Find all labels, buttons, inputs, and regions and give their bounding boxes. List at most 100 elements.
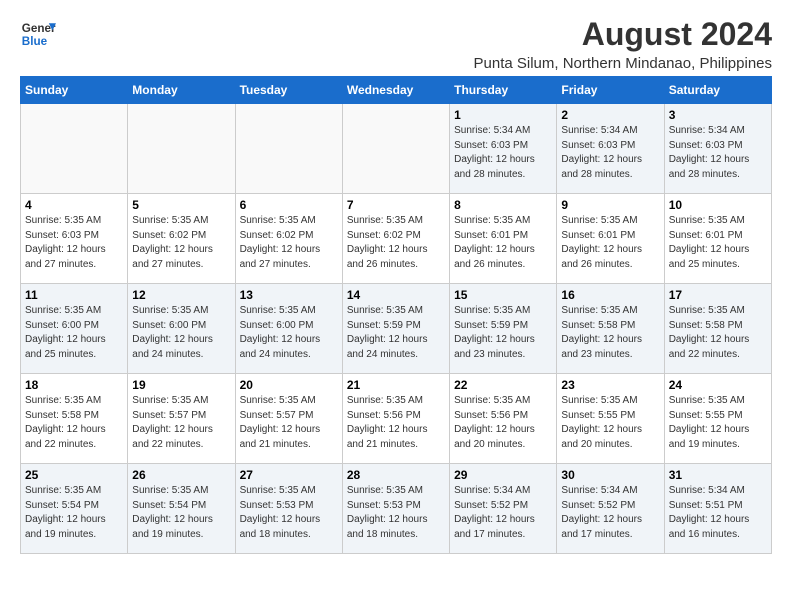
day-number: 23 [561, 378, 659, 392]
col-header-saturday: Saturday [664, 77, 771, 104]
calendar-cell [342, 104, 449, 194]
calendar-cell: 24 Sunrise: 5:35 AM Sunset: 5:55 PM Dayli… [664, 374, 771, 464]
calendar-cell [235, 104, 342, 194]
calendar-cell: 29 Sunrise: 5:34 AM Sunset: 5:52 PM Dayli… [450, 464, 557, 554]
day-info: Sunrise: 5:34 AM Sunset: 6:03 PM Dayligh… [669, 124, 767, 182]
day-number: 7 [347, 198, 445, 212]
calendar-cell [21, 104, 128, 194]
calendar-cell: 17 Sunrise: 5:35 AM Sunset: 5:58 PM Dayli… [664, 284, 771, 374]
logo: General Blue [20, 16, 56, 52]
calendar-cell: 6 Sunrise: 5:35 AM Sunset: 6:02 PM Daylig… [235, 194, 342, 284]
day-number: 20 [240, 378, 338, 392]
day-info: Sunrise: 5:34 AM Sunset: 6:03 PM Dayligh… [454, 124, 552, 182]
calendar-cell: 12 Sunrise: 5:35 AM Sunset: 6:00 PM Dayli… [128, 284, 235, 374]
day-number: 25 [25, 468, 123, 482]
day-number: 14 [347, 288, 445, 302]
calendar-cell: 28 Sunrise: 5:35 AM Sunset: 5:53 PM Dayli… [342, 464, 449, 554]
col-header-tuesday: Tuesday [235, 77, 342, 104]
calendar-cell [128, 104, 235, 194]
month-year: August 2024 [474, 16, 773, 53]
day-info: Sunrise: 5:35 AM Sunset: 5:56 PM Dayligh… [347, 394, 445, 452]
day-info: Sunrise: 5:35 AM Sunset: 6:00 PM Dayligh… [25, 304, 123, 362]
day-number: 30 [561, 468, 659, 482]
day-info: Sunrise: 5:35 AM Sunset: 5:54 PM Dayligh… [25, 484, 123, 542]
calendar-cell: 5 Sunrise: 5:35 AM Sunset: 6:02 PM Daylig… [128, 194, 235, 284]
calendar-cell: 22 Sunrise: 5:35 AM Sunset: 5:56 PM Dayli… [450, 374, 557, 464]
day-info: Sunrise: 5:34 AM Sunset: 5:52 PM Dayligh… [454, 484, 552, 542]
day-info: Sunrise: 5:35 AM Sunset: 5:58 PM Dayligh… [669, 304, 767, 362]
calendar-cell: 30 Sunrise: 5:34 AM Sunset: 5:52 PM Dayli… [557, 464, 664, 554]
svg-text:Blue: Blue [22, 35, 48, 48]
calendar-cell: 25 Sunrise: 5:35 AM Sunset: 5:54 PM Dayli… [21, 464, 128, 554]
location: Punta Silum, Northern Mindanao, Philippi… [474, 55, 773, 72]
week-row: 18 Sunrise: 5:35 AM Sunset: 5:58 PM Dayli… [21, 374, 772, 464]
calendar-cell: 8 Sunrise: 5:35 AM Sunset: 6:01 PM Daylig… [450, 194, 557, 284]
calendar-cell: 4 Sunrise: 5:35 AM Sunset: 6:03 PM Daylig… [21, 194, 128, 284]
day-number: 10 [669, 198, 767, 212]
day-number: 22 [454, 378, 552, 392]
day-number: 17 [669, 288, 767, 302]
calendar-cell: 27Sunrise: 5:35 AM Sunset: 5:53 PM Dayli… [235, 464, 342, 554]
day-number: 12 [132, 288, 230, 302]
day-info: Sunrise: 5:35 AM Sunset: 6:00 PM Dayligh… [132, 304, 230, 362]
calendar-cell: 20 Sunrise: 5:35 AM Sunset: 5:57 PM Dayli… [235, 374, 342, 464]
day-info: Sunrise: 5:35 AM Sunset: 6:02 PM Dayligh… [347, 214, 445, 272]
day-info: Sunrise: 5:35 AM Sunset: 5:53 PM Dayligh… [240, 484, 338, 542]
calendar-cell: 16Sunrise: 5:35 AM Sunset: 5:58 PM Dayli… [557, 284, 664, 374]
day-info: Sunrise: 5:35 AM Sunset: 6:02 PM Dayligh… [240, 214, 338, 272]
day-number: 24 [669, 378, 767, 392]
calendar-cell: 31 Sunrise: 5:34 AM Sunset: 5:51 PM Dayli… [664, 464, 771, 554]
calendar-cell: 9 Sunrise: 5:35 AM Sunset: 6:01 PM Daylig… [557, 194, 664, 284]
day-info: Sunrise: 5:34 AM Sunset: 6:03 PM Dayligh… [561, 124, 659, 182]
day-number: 31 [669, 468, 767, 482]
day-number: 5 [132, 198, 230, 212]
day-info: Sunrise: 5:35 AM Sunset: 5:55 PM Dayligh… [669, 394, 767, 452]
day-number: 11 [25, 288, 123, 302]
day-info: Sunrise: 5:35 AM Sunset: 5:59 PM Dayligh… [347, 304, 445, 362]
day-info: Sunrise: 5:35 AM Sunset: 5:57 PM Dayligh… [132, 394, 230, 452]
day-info: Sunrise: 5:35 AM Sunset: 5:54 PM Dayligh… [132, 484, 230, 542]
calendar-cell: 1 Sunrise: 5:34 AM Sunset: 6:03 PM Daylig… [450, 104, 557, 194]
day-number: 18 [25, 378, 123, 392]
day-number: 9 [561, 198, 659, 212]
week-row: 11 Sunrise: 5:35 AM Sunset: 6:00 PM Dayli… [21, 284, 772, 374]
day-number: 6 [240, 198, 338, 212]
calendar-cell: 18 Sunrise: 5:35 AM Sunset: 5:58 PM Dayli… [21, 374, 128, 464]
calendar-cell: 19Sunrise: 5:35 AM Sunset: 5:57 PM Dayli… [128, 374, 235, 464]
day-number: 2 [561, 108, 659, 122]
day-info: Sunrise: 5:35 AM Sunset: 5:53 PM Dayligh… [347, 484, 445, 542]
day-info: Sunrise: 5:34 AM Sunset: 5:51 PM Dayligh… [669, 484, 767, 542]
week-row: 25 Sunrise: 5:35 AM Sunset: 5:54 PM Dayli… [21, 464, 772, 554]
calendar-cell: 11 Sunrise: 5:35 AM Sunset: 6:00 PM Dayli… [21, 284, 128, 374]
title-block: August 2024 Punta Silum, Northern Mindan… [474, 16, 773, 72]
calendar-table: SundayMondayTuesdayWednesdayThursdayFrid… [20, 76, 772, 554]
day-info: Sunrise: 5:35 AM Sunset: 5:56 PM Dayligh… [454, 394, 552, 452]
day-number: 15 [454, 288, 552, 302]
calendar-cell: 15Sunrise: 5:35 AM Sunset: 5:59 PM Dayli… [450, 284, 557, 374]
day-info: Sunrise: 5:35 AM Sunset: 6:01 PM Dayligh… [561, 214, 659, 272]
day-number: 8 [454, 198, 552, 212]
day-number: 13 [240, 288, 338, 302]
day-number: 4 [25, 198, 123, 212]
day-info: Sunrise: 5:35 AM Sunset: 6:01 PM Dayligh… [454, 214, 552, 272]
day-number: 29 [454, 468, 552, 482]
day-info: Sunrise: 5:35 AM Sunset: 6:01 PM Dayligh… [669, 214, 767, 272]
col-header-sunday: Sunday [21, 77, 128, 104]
header-row: SundayMondayTuesdayWednesdayThursdayFrid… [21, 77, 772, 104]
day-number: 3 [669, 108, 767, 122]
calendar-cell: 2 Sunrise: 5:34 AM Sunset: 6:03 PM Daylig… [557, 104, 664, 194]
day-number: 28 [347, 468, 445, 482]
page-header: General Blue August 2024 Punta Silum, No… [20, 16, 772, 72]
day-info: Sunrise: 5:35 AM Sunset: 6:02 PM Dayligh… [132, 214, 230, 272]
day-number: 1 [454, 108, 552, 122]
calendar-cell: 7 Sunrise: 5:35 AM Sunset: 6:02 PM Daylig… [342, 194, 449, 284]
day-info: Sunrise: 5:34 AM Sunset: 5:52 PM Dayligh… [561, 484, 659, 542]
week-row: 4 Sunrise: 5:35 AM Sunset: 6:03 PM Daylig… [21, 194, 772, 284]
col-header-monday: Monday [128, 77, 235, 104]
day-info: Sunrise: 5:35 AM Sunset: 6:03 PM Dayligh… [25, 214, 123, 272]
day-number: 21 [347, 378, 445, 392]
calendar-cell: 21 Sunrise: 5:35 AM Sunset: 5:56 PM Dayli… [342, 374, 449, 464]
day-info: Sunrise: 5:35 AM Sunset: 5:57 PM Dayligh… [240, 394, 338, 452]
day-info: Sunrise: 5:35 AM Sunset: 5:58 PM Dayligh… [25, 394, 123, 452]
calendar-cell: 10 Sunrise: 5:35 AM Sunset: 6:01 PM Dayli… [664, 194, 771, 284]
